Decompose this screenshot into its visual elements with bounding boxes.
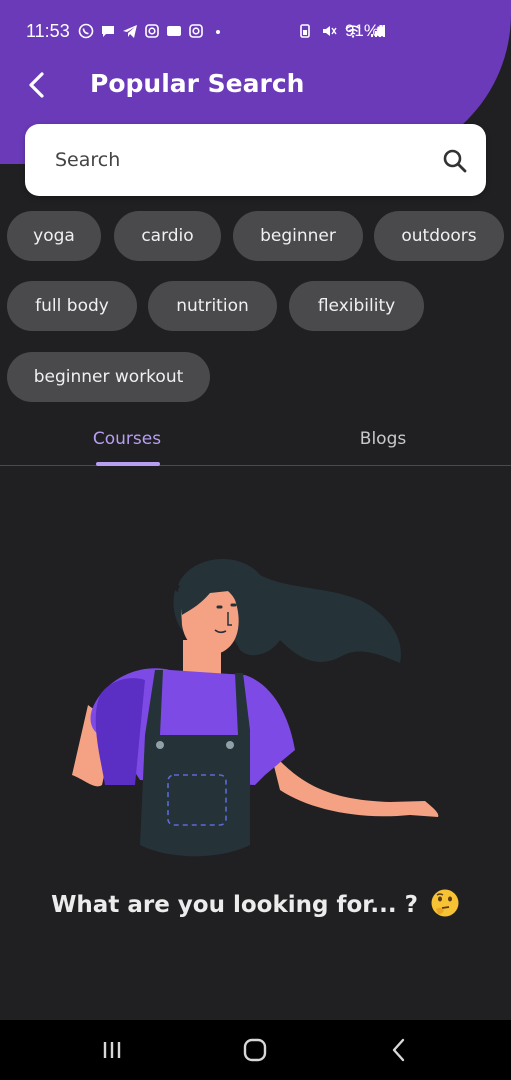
instagram-icon [188,24,203,38]
empty-state-message: What are you looking for... ? [0,888,511,918]
back-icon [392,1038,405,1062]
search-bar[interactable] [25,124,486,196]
tab-indicator [96,462,160,466]
battery-level: 91% [344,21,379,40]
app-icon [166,26,181,36]
telegram-icon [122,25,137,38]
chip-full-body[interactable]: full body [7,281,137,331]
system-navigation-bar [0,1020,511,1080]
thinking-face-emoji-icon [431,889,459,917]
message-icon [101,26,114,37]
chevron-left-icon [29,72,44,98]
recents-icon [103,1042,121,1058]
empty-state-text: What are you looking for... ? [51,892,418,918]
system-back-button[interactable] [381,1034,417,1066]
status-bar: 11:53 91% [0,0,511,62]
recents-button[interactable] [94,1034,130,1066]
home-button[interactable] [237,1034,273,1066]
search-input[interactable] [55,124,435,196]
tab-courses[interactable]: Courses [2,412,252,466]
tab-bar: Courses Blogs [0,412,511,466]
search-icon[interactable] [442,148,468,174]
page-title: Popular Search [90,69,305,98]
instagram-icon [144,24,159,38]
top-app-bar: Popular Search [0,60,511,110]
chip-yoga[interactable]: yoga [7,211,101,261]
tab-blogs[interactable]: Blogs [258,412,508,466]
chip-cardio[interactable]: cardio [114,211,221,261]
more-notifications-icon [215,30,220,34]
back-button[interactable] [20,68,54,102]
whatsapp-icon [78,23,94,39]
chip-nutrition[interactable]: nutrition [148,281,277,331]
chip-beginner[interactable]: beginner [233,211,363,261]
battery-icon [377,25,385,37]
chip-beginner-workout[interactable]: beginner workout [7,352,210,402]
empty-state-illustration [72,558,439,857]
notification-icons [78,23,226,39]
battery-saver-icon [300,24,310,38]
chip-outdoors[interactable]: outdoors [374,211,504,261]
status-time: 11:53 [26,20,70,41]
mute-icon [323,26,337,36]
home-icon [243,1038,267,1062]
chip-flexibility[interactable]: flexibility [289,281,424,331]
